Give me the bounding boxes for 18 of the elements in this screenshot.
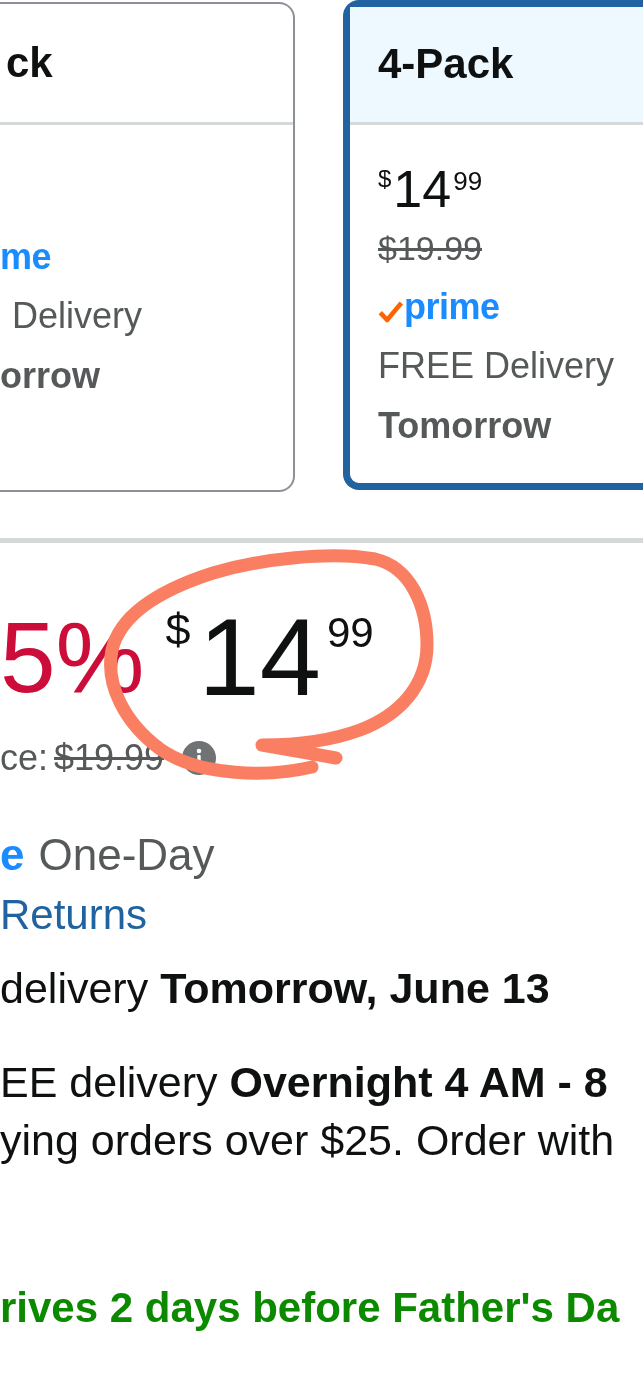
delivery-text: delivery Tomorrow, June 13	[0, 963, 550, 1014]
delivery-date: orrow	[0, 354, 100, 398]
pack-option-card[interactable]: ck me Delivery orrow	[0, 2, 295, 492]
promo-message: rives 2 days before Father's Da	[0, 1283, 620, 1333]
delivery-text: EE delivery Overnight 4 AM - 8 ying orders over $25. Order with	[0, 1057, 615, 1166]
delivery-label: FREE Delivery	[378, 344, 615, 388]
prime-label: me	[0, 237, 52, 277]
delivery-label: Delivery	[12, 294, 143, 338]
list-price-label: ce:	[0, 736, 49, 780]
prime-service-label: One-Day	[38, 829, 215, 881]
delivery-date: Tomorrow	[378, 404, 552, 448]
returns-link[interactable]: Returns	[0, 890, 148, 940]
pack-title: 4-Pack	[378, 41, 514, 88]
prime-label: e	[0, 829, 25, 881]
pack-title: ck	[6, 39, 53, 87]
info-icon[interactable]	[182, 741, 217, 775]
card-list-price: $19.99	[378, 228, 482, 269]
prime-label: prime	[404, 287, 500, 327]
